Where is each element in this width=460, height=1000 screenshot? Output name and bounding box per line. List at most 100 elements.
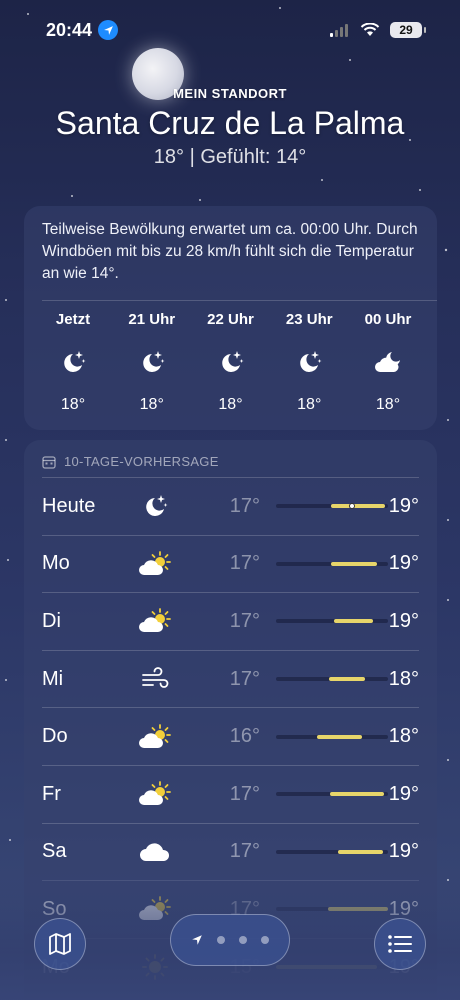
forecast-day-row[interactable]: Mo 17° 19° xyxy=(42,534,419,593)
temperature-range-fill xyxy=(330,792,384,797)
map-button[interactable] xyxy=(34,918,86,970)
status-bar: 20:44 29 xyxy=(0,0,460,60)
moon-stars-icon xyxy=(217,348,245,376)
location-list-button[interactable] xyxy=(374,918,426,970)
location-label: MEIN STANDORT xyxy=(173,86,287,101)
high-temperature: 19° xyxy=(388,840,419,863)
moon-stars-icon xyxy=(132,492,178,520)
hour-label: 22 Uhr xyxy=(207,311,254,328)
forecast-title: 10-TAGE-VORHERSAGE xyxy=(64,454,219,469)
day-name: Mi xyxy=(42,667,64,690)
temperature-range-bar xyxy=(276,734,388,739)
temperature-range-fill xyxy=(331,504,385,509)
temperature-range-bar xyxy=(276,619,388,624)
hour-temperature: 18° xyxy=(375,396,401,413)
location-arrow-icon xyxy=(192,935,202,945)
signal-icon xyxy=(330,24,348,37)
low-temperature: 16° xyxy=(229,725,260,748)
hour-temperature: 18° xyxy=(139,396,164,413)
forecast-day-row[interactable]: Di 17° 19° xyxy=(42,592,419,650)
forecast-day-row[interactable]: Fr 17° 19° xyxy=(42,764,419,823)
sun-icon xyxy=(132,953,178,981)
cloud-sun-icon xyxy=(132,550,178,578)
day-name: Fr xyxy=(42,782,61,805)
day-name: Sa xyxy=(42,840,67,863)
forecast-header: 10-TAGE-VORHERSAGE xyxy=(24,440,437,477)
high-temperature: 18° xyxy=(388,725,419,748)
hour-label: Jetzt xyxy=(55,311,91,328)
high-temperature: 19° xyxy=(388,609,419,632)
hour-label: 21 Uhr xyxy=(128,311,176,328)
calendar-icon xyxy=(42,455,56,469)
forecast-day-row[interactable]: Sa 17° 19° xyxy=(42,822,419,881)
time-text: 20:44 xyxy=(46,19,93,40)
temperature-range-fill xyxy=(276,965,377,970)
wifi-icon xyxy=(360,23,380,36)
moon-stars-icon xyxy=(295,348,323,376)
temperature-range-bar xyxy=(276,503,388,510)
temperature-range-fill xyxy=(329,677,365,682)
hourly-item: 00 Uhr 18° xyxy=(349,301,427,414)
cloud-moon-icon xyxy=(373,348,403,376)
page-dot xyxy=(239,936,247,944)
temperature-range-fill xyxy=(338,849,383,854)
high-temperature: 18° xyxy=(388,667,419,690)
forecast-day-row[interactable]: Heute 17° 19° xyxy=(42,477,419,535)
cloud-sun-icon xyxy=(132,607,178,635)
temperature-range-bar xyxy=(276,561,388,566)
hourly-item: 21 Uhr 18° xyxy=(113,301,191,414)
cloud-sun-icon xyxy=(132,723,178,751)
temperature-range-bar xyxy=(276,965,388,970)
cloud-sun-icon xyxy=(132,780,178,808)
high-temperature: 19° xyxy=(388,552,419,575)
temperature-range-fill xyxy=(328,907,388,912)
low-temperature: 17° xyxy=(229,494,260,517)
list-icon xyxy=(388,935,412,953)
cloud-sun-icon xyxy=(132,895,178,923)
hourly-item: Jetzt 18° xyxy=(34,301,112,414)
moon-stars-icon xyxy=(138,348,166,376)
map-icon xyxy=(49,933,71,955)
high-temperature: 19° xyxy=(388,782,419,805)
moon-stars-icon xyxy=(59,348,87,376)
status-icons: 29 xyxy=(330,22,426,38)
battery-level: 29 xyxy=(399,23,413,37)
weather-summary: Teilweise Bewölkung erwartet um ca. 00:0… xyxy=(42,221,418,282)
low-temperature: 17° xyxy=(229,667,260,690)
day-name: Heute xyxy=(42,494,96,517)
temperature-range-bar xyxy=(276,792,388,797)
location-header: MEIN STANDORT Santa Cruz de La Palma 18°… xyxy=(0,86,460,169)
forecast-day-row[interactable]: Do 16° 18° xyxy=(42,707,419,765)
page-dot xyxy=(217,936,225,944)
clock: 20:44 xyxy=(46,19,119,41)
hourly-forecast-card[interactable]: Teilweise Bewölkung erwartet um ca. 00:0… xyxy=(24,206,437,430)
current-temperature: 18° | Gefühlt: 14° xyxy=(153,146,307,168)
temperature-range-bar xyxy=(276,907,388,912)
low-temperature: 17° xyxy=(229,840,260,863)
temperature-range-fill xyxy=(331,561,377,566)
temperature-range-fill xyxy=(334,619,373,624)
forecast-day-row[interactable]: Mi 17° 18° xyxy=(42,649,419,708)
temperature-range-bar xyxy=(276,849,388,854)
wind-icon xyxy=(132,666,178,692)
hour-temperature: 18° xyxy=(60,396,86,413)
low-temperature: 17° xyxy=(229,609,260,632)
location-services-icon xyxy=(98,20,119,40)
hourly-item: 22 Uhr 18° xyxy=(192,301,270,414)
battery-indicator: 29 xyxy=(390,22,426,38)
page-dot xyxy=(261,936,269,944)
high-temperature: 19° xyxy=(388,494,419,517)
hourly-list[interactable]: Jetzt 18° 21 Uhr 18° 22 Uhr 18° 23 Uhr 18° 00 Uh… xyxy=(24,301,437,414)
low-temperature: 17° xyxy=(229,552,260,575)
low-temperature: 17° xyxy=(229,782,260,805)
cloud-icon xyxy=(132,839,178,865)
temperature-range-bar xyxy=(276,677,388,682)
day-name: Di xyxy=(42,609,61,632)
current-temp-marker xyxy=(349,503,355,510)
hour-label: 00 Uhr xyxy=(364,311,412,328)
day-name: Mo xyxy=(42,552,70,575)
hour-temperature: 18° xyxy=(297,396,322,413)
hour-temperature: 18° xyxy=(218,396,243,413)
hourly-item: 23 Uhr 18° xyxy=(270,301,348,414)
page-indicator[interactable] xyxy=(170,914,290,966)
